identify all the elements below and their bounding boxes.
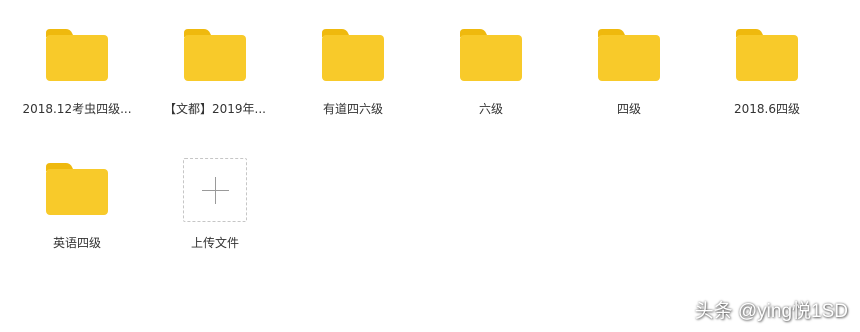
folder-icon bbox=[460, 29, 522, 81]
watermark: 头条 @ying悦1SD bbox=[694, 301, 848, 322]
folder-name: 2018.6四级 bbox=[734, 102, 800, 116]
folder-item[interactable]: 六级 bbox=[422, 0, 560, 120]
upload-button[interactable] bbox=[183, 158, 247, 222]
folder-name: 2018.12考虫四级... bbox=[22, 102, 132, 116]
folder-icon bbox=[184, 29, 246, 81]
folder-name: 英语四级 bbox=[52, 236, 101, 250]
folder-name: 【文都】2019年... bbox=[164, 102, 266, 116]
folder-icon bbox=[736, 29, 798, 81]
folder-item[interactable]: 四级 bbox=[560, 0, 698, 120]
folder-name: 有道四六级 bbox=[322, 102, 383, 116]
folder-name: 六级 bbox=[478, 102, 503, 116]
file-grid: 2018.12考虫四级... 【文都】2019年... 有道四六级 六级 四级 … bbox=[0, 0, 860, 332]
folder-item[interactable]: 2018.6四级 bbox=[698, 0, 836, 120]
folder-item[interactable]: 2018.12考虫四级... bbox=[8, 0, 146, 120]
folder-item[interactable]: 有道四六级 bbox=[284, 0, 422, 120]
folder-icon bbox=[46, 163, 108, 215]
upload-label: 上传文件 bbox=[190, 236, 239, 250]
folder-item[interactable]: 【文都】2019年... bbox=[146, 0, 284, 120]
folder-name: 四级 bbox=[616, 102, 641, 116]
folder-icon bbox=[46, 29, 108, 81]
folder-item[interactable]: 英语四级 bbox=[8, 134, 146, 254]
folder-icon bbox=[322, 29, 384, 81]
folder-icon bbox=[598, 29, 660, 81]
